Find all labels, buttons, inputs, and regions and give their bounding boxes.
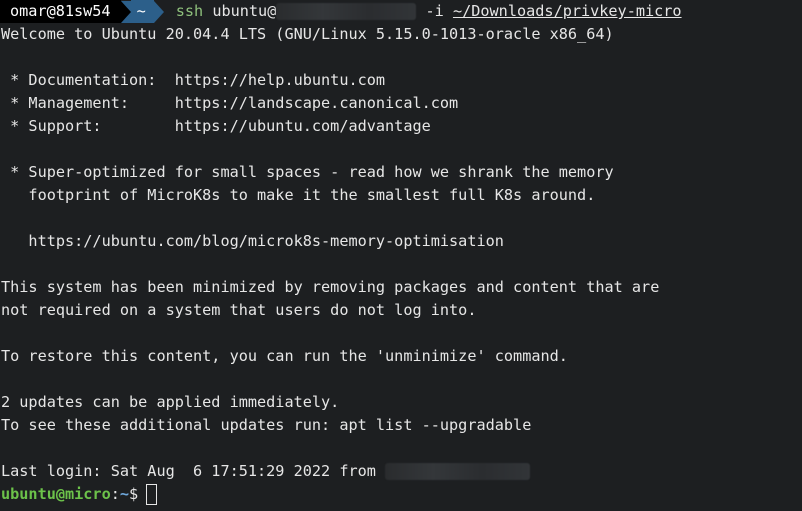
ssh-keyword: ssh [175, 2, 204, 20]
text-cursor[interactable] [146, 484, 158, 505]
motd-optim-1: * Super-optimized for small spaces - rea… [1, 163, 614, 181]
ps1-path: ~ [119, 485, 130, 503]
local-prompt-line: omar@81sw54 ~ ssh ubuntu@ -i ~/Downloads… [0, 0, 802, 23]
key-path-link[interactable]: ~/Downloads/privkey-micro [453, 2, 682, 20]
last-login-text: Last login: Sat Aug 6 17:51:29 2022 from [1, 462, 386, 480]
motd-minimized-1: This system has been minimized by removi… [1, 278, 660, 296]
ssh-command: ssh ubuntu@ -i ~/Downloads/privkey-micro [164, 0, 682, 23]
redacted-ip [385, 463, 531, 480]
ps1-dollar: $ [129, 485, 139, 503]
redacted-host [276, 3, 417, 20]
motd-blog-url: https://ubuntu.com/blog/microk8s-memory-… [1, 232, 504, 250]
ssh-target: ubuntu@ [212, 2, 277, 20]
motd-restore: To restore this content, you can run the… [1, 347, 568, 365]
motd-optim-2: footprint of MicroK8s to make it the sma… [1, 186, 596, 204]
prompt-separator-arrow [120, 0, 131, 23]
ssh-flag: -i [425, 2, 444, 20]
motd-documentation: * Documentation: https://help.ubuntu.com [1, 71, 386, 89]
remote-prompt-line[interactable]: ubuntu@micro:~$ [0, 483, 802, 506]
prompt-directory: ~ [130, 0, 154, 23]
ps1-colon: : [110, 485, 120, 503]
motd-updates-2: To see these additional updates run: apt… [1, 416, 532, 434]
terminal-window[interactable]: omar@81sw54 ~ ssh ubuntu@ -i ~/Downloads… [0, 0, 802, 511]
prompt-user-host: omar@81sw54 [0, 0, 121, 23]
motd-welcome: Welcome to Ubuntu 20.04.4 LTS (GNU/Linux… [1, 25, 614, 43]
last-login-line: Last login: Sat Aug 6 17:51:29 2022 from [0, 460, 802, 483]
motd-support: * Support: https://ubuntu.com/advantage [1, 117, 431, 135]
motd-management: * Management: https://landscape.canonica… [1, 94, 459, 112]
prompt-separator-arrow-end [153, 0, 164, 23]
motd-minimized-2: not required on a system that users do n… [1, 301, 477, 319]
ps1-user-host: ubuntu@micro [1, 485, 111, 503]
motd-updates-1: 2 updates can be applied immediately. [1, 393, 340, 411]
